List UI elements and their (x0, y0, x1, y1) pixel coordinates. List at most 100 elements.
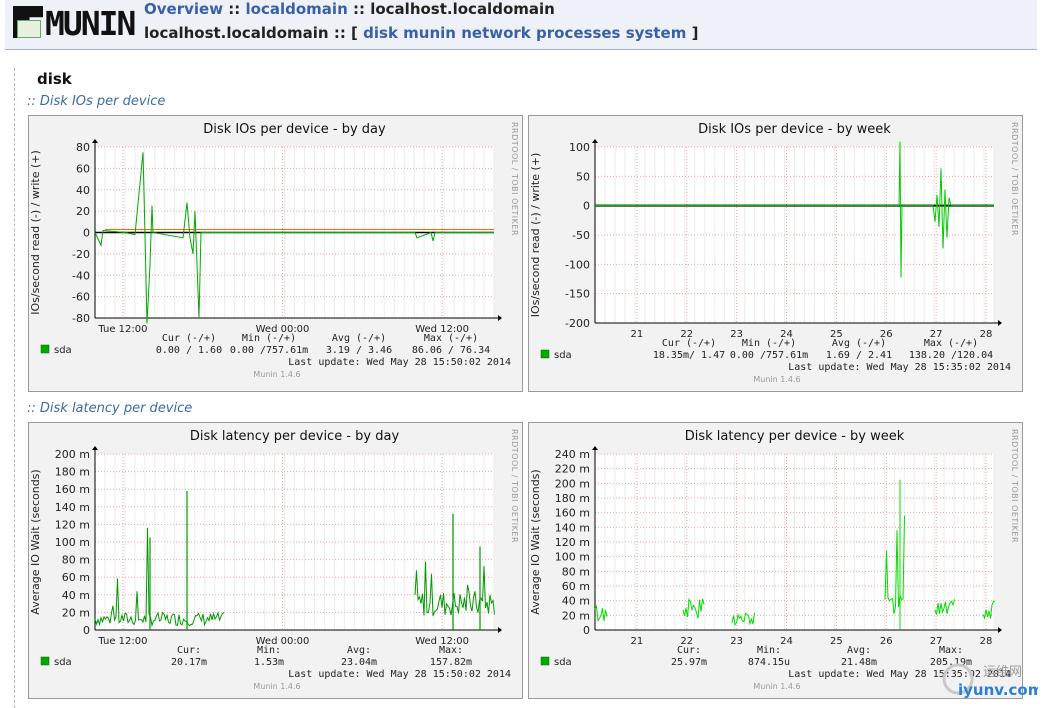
munin-version: Munin 1.4.6 (753, 682, 800, 691)
legend-value: 138.20 /120.04 (909, 350, 993, 361)
category-link-network[interactable]: network (461, 24, 531, 42)
munin-logo[interactable]: MUNIN (13, 4, 136, 43)
y-tick-label: -40 (72, 269, 90, 282)
y-tick-label: 220 m (555, 463, 590, 476)
section-divider (14, 68, 15, 708)
category-link-system[interactable]: system (626, 24, 687, 42)
y-tick-label: 100 m (55, 536, 90, 549)
y-axis-label: IOs/second read (-) / write (+) (529, 153, 542, 318)
subsection-title-ios: :: Disk IOs per device (27, 94, 166, 109)
legend-value: 23.04m (341, 657, 377, 668)
x-axis-arrow (998, 320, 1002, 326)
legend-value: 0.00 / 1.60 (156, 345, 222, 356)
legend-swatch (540, 656, 550, 666)
y-tick-label: 180 m (55, 466, 90, 479)
legend-value: 874.15u (748, 657, 790, 668)
y-tick-label: 200 m (555, 477, 590, 490)
last-update: Last update: Wed May 28 15:50:02 2014 (288, 357, 511, 368)
breadcrumb-overview-link[interactable]: Overview (144, 0, 223, 18)
graph-title: Disk latency per device - by day (190, 429, 400, 444)
munin-version: Munin 1.4.6 (253, 370, 300, 379)
category-link-munin[interactable]: munin (403, 24, 456, 42)
graph-latency-day[interactable]: 200 m 180 m 160 m 140 m 120 m 100 m 80 m 60 m 40… (28, 422, 523, 699)
y-tick-label: -150 (565, 288, 590, 301)
legend-swatch (40, 344, 50, 354)
last-update: Last update: Wed May 28 15:50:02 2014 (288, 669, 511, 680)
breadcrumb-separator: :: (228, 0, 241, 18)
y-tick-label: 0 (583, 200, 590, 213)
breadcrumb: Overview :: localdomain :: localhost.loc… (144, 0, 555, 18)
legend-column-header: Min: (257, 645, 281, 656)
y-tick-label: 20 m (62, 606, 90, 619)
rrdtool-credit: RRDTOOL / TOBI OETIKER (510, 429, 519, 543)
y-tick-label: -60 (72, 291, 90, 304)
graph-ios-week-svg: 100500-50-100-150-20021 22 23 24 25 26 27 28Dis… (529, 122, 1019, 384)
y-tick-label: 0 (83, 227, 90, 240)
y-axis-arrow (92, 139, 98, 143)
y-axis-label: Average IO Wait (seconds) (29, 469, 42, 614)
graph-ios-day[interactable]: 80 60 40 20 0 -20 -40 -60 -80 Tue 12:00 Wed 00:00 W… (28, 115, 523, 392)
legend-value: 0.00 /757.61m (730, 350, 808, 361)
legend-value: 157.82m (430, 657, 472, 668)
y-tick-label: 160 m (555, 507, 590, 520)
x-axis-arrow (498, 627, 502, 633)
graph-ios-day-svg: 806040200-20-40-60-80Tue 12:00 Wed 00:00 W… (29, 122, 519, 379)
legend-column-header: Cur: (677, 645, 701, 656)
y-tick-label: 60 m (562, 580, 590, 593)
legend-column-header: Min (-/+) (742, 338, 796, 349)
legend-column-header: Max: (939, 645, 963, 656)
y-axis-arrow (92, 446, 98, 450)
legend-column-header: Cur (-/+) (662, 338, 716, 349)
x-axis-arrow (998, 627, 1002, 633)
x-axis-arrow (498, 315, 502, 321)
y-tick-label: 120 m (55, 518, 90, 531)
y-axis-label: IOs/second read (-) / write (+) (29, 150, 42, 315)
category-link-processes[interactable]: processes (536, 24, 620, 42)
legend-value: 1.53m (254, 657, 284, 668)
y-tick-label: 160 m (55, 483, 90, 496)
y-tick-label: 100 (569, 141, 590, 154)
last-update: Last update: Wed May 28 15:35:02 2014 (788, 362, 1011, 373)
x-tick-label: 24 (780, 636, 793, 647)
graph-title: Disk IOs per device - by week (698, 122, 891, 137)
y-tick-label: 200 m (55, 448, 90, 461)
y-axis-label: Average IO Wait (seconds) (529, 469, 542, 614)
y-tick-label: 100 m (555, 551, 590, 564)
graph-ios-week[interactable]: 100 50 0 -50 -100 -150 -200 21 22 23 24 25 26 27 28 Dis… (528, 115, 1023, 392)
legend-column-header: Max (-/+) (924, 338, 978, 349)
y-tick-label: 50 (576, 170, 590, 183)
breadcrumb-host: localhost.localdomain (370, 0, 555, 18)
y-tick-label: 180 m (555, 492, 590, 505)
legend-column-header: Max: (439, 645, 463, 656)
rrdtool-credit: RRDTOOL / TOBI OETIKER (510, 122, 519, 236)
subsection-title-latency: :: Disk latency per device (27, 401, 193, 416)
logo-text: MUNIN (45, 4, 136, 43)
breadcrumb-domain-link[interactable]: localdomain (246, 0, 348, 18)
munin-version: Munin 1.4.6 (253, 682, 300, 691)
y-tick-label: 60 (76, 162, 90, 175)
legend-series-name: sda (54, 345, 72, 356)
x-tick-label: 25 (830, 636, 843, 647)
section-title: disk (37, 70, 72, 88)
breadcrumb-separator: :: (352, 0, 365, 18)
legend-swatch (540, 349, 550, 359)
y-tick-label: 60 m (62, 571, 90, 584)
legend-column-header: Max (-/+) (424, 333, 478, 344)
legend-series-name: sda (54, 657, 72, 668)
legend-value: 20.17m (171, 657, 207, 668)
legend-value: 21.48m (841, 657, 877, 668)
x-tick-label: 21 (631, 636, 644, 647)
legend-value: 25.97m (671, 657, 707, 668)
category-link-disk[interactable]: disk (363, 24, 398, 42)
y-tick-label: 40 m (562, 595, 590, 608)
y-tick-label: 80 m (62, 554, 90, 567)
y-tick-label: 0 (83, 624, 90, 637)
legend-column-header: Cur: (177, 645, 201, 656)
legend-column-header: Avg (-/+) (832, 338, 886, 349)
x-tick-label: 23 (730, 636, 743, 647)
y-tick-label: 140 m (555, 521, 590, 534)
x-tick-label: 26 (880, 636, 893, 647)
x-tick-label: Tue 12:00 (97, 324, 147, 335)
legend-value: 1.69 / 2.41 (826, 350, 892, 361)
legend-column-header: Min (-/+) (242, 333, 296, 344)
